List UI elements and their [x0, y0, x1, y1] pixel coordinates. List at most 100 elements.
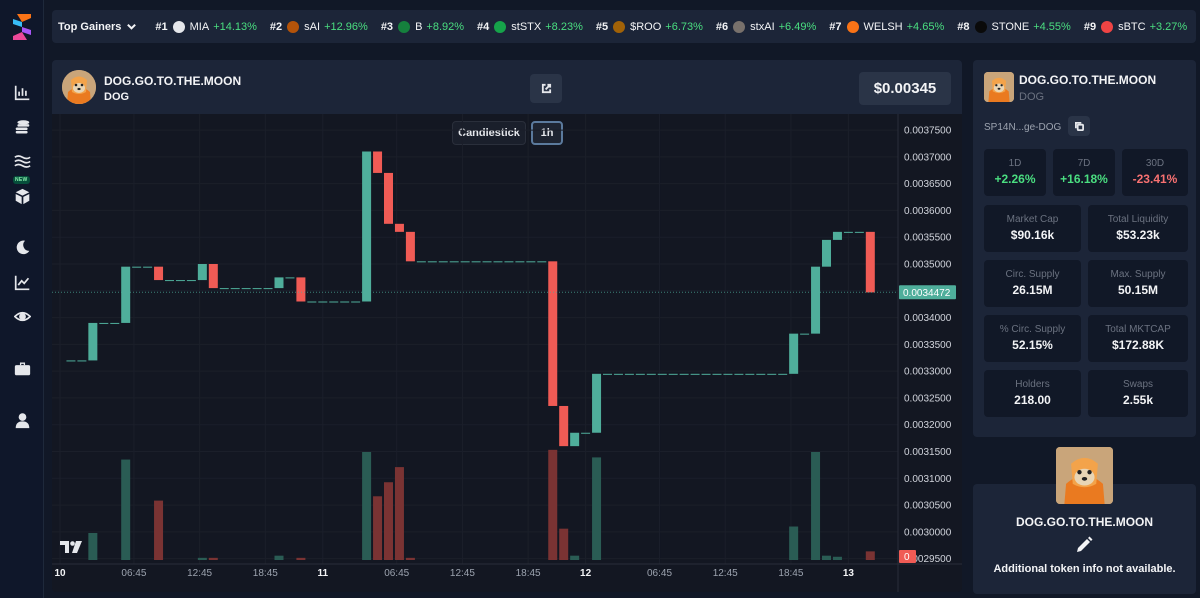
y-tick-label: 0.0032000: [904, 420, 952, 431]
candle: [384, 172, 393, 224]
about-token-name: DOG.GO.TO.THE.MOON: [1015, 515, 1154, 529]
candle: [66, 360, 76, 362]
ticker-item[interactable]: #5 $ROO +6.73%: [596, 20, 703, 33]
x-tick-label: 10: [54, 568, 66, 579]
volume-bar: [197, 557, 207, 560]
about-token-image: [1056, 447, 1113, 504]
ticker-item[interactable]: #4 stSTX +8.23%: [477, 20, 583, 33]
candle: [635, 373, 645, 375]
candle: [668, 373, 678, 375]
ticker-change: +12.96%: [324, 20, 368, 33]
ticker-item[interactable]: #2 sAI +12.96%: [270, 20, 368, 33]
volume-bar: [154, 500, 164, 560]
ticker-symbol: stxAI: [750, 20, 775, 33]
candle: [822, 239, 831, 267]
info-token-name: DOG.GO.TO.THE.MOON: [1019, 73, 1157, 87]
token-logo-icon: [846, 20, 859, 33]
x-tick-label: 18:45: [253, 568, 278, 579]
x-tick-label: 12: [580, 568, 592, 579]
app-logo-icon[interactable]: [11, 13, 33, 41]
user-icon[interactable]: [12, 410, 32, 430]
external-link-button[interactable]: [530, 74, 562, 103]
volume-bar: [274, 555, 284, 560]
candle: [570, 432, 580, 447]
candle: [712, 373, 722, 375]
contract-address: SP14N...ge-DOG: [984, 122, 1062, 133]
token-logo-icon: [613, 20, 626, 33]
y-tick-label: 0.0031500: [904, 447, 952, 458]
candle: [701, 373, 711, 375]
candle: [482, 261, 492, 263]
pencil-icon[interactable]: [1074, 535, 1094, 555]
y-tick-label: 0.0030500: [904, 501, 952, 512]
trending-chart-icon[interactable]: [12, 272, 32, 292]
holders: Holders 218.00: [984, 370, 1081, 417]
ticker-change: +3.27%: [1149, 20, 1188, 33]
volume-bar: [570, 555, 580, 560]
about-text: Additional token info not available.: [993, 563, 1176, 575]
ticker-item[interactable]: #6 stxAI +6.49%: [716, 20, 816, 33]
candle: [526, 261, 536, 263]
candle: [471, 261, 481, 263]
candle: [175, 280, 185, 282]
token-symbol: DOG: [104, 91, 130, 103]
ticker-item[interactable]: #3 B +8.92%: [381, 20, 465, 33]
volume-bar: [88, 533, 98, 560]
briefcase-icon[interactable]: [12, 358, 32, 378]
chevron-down-icon: [127, 23, 137, 30]
candle: [285, 277, 295, 279]
x-tick-label: 06:45: [384, 568, 409, 579]
token-logo-icon: [494, 20, 507, 33]
waves-icon[interactable]: [12, 151, 32, 171]
top-gainers-ticker: Top Gainers #1 MIA +14.13% #2 sAI +12.96% #3 B +…: [52, 10, 1196, 43]
ticker-item[interactable]: #7 WELSH +4.65%: [829, 20, 944, 33]
ticker-rank: #9: [1083, 20, 1097, 33]
candle: [613, 373, 623, 375]
moon-icon[interactable]: [12, 237, 32, 257]
candle: [274, 277, 284, 289]
x-tick-label: 06:45: [647, 568, 672, 579]
chart-bar-icon[interactable]: [12, 82, 32, 102]
ticker-item[interactable]: #1 MIA +14.13%: [155, 20, 257, 33]
candle: [165, 280, 174, 282]
volume-bar: [822, 555, 831, 560]
box-icon[interactable]: [12, 186, 32, 206]
volume-bar: [394, 467, 404, 560]
price-chart[interactable]: 0.0037500 0.0037000 0.0036500 0.0036000 0.00…: [52, 114, 962, 592]
candle: [865, 231, 875, 293]
candle: [230, 288, 240, 290]
ticker-item[interactable]: #8 STONE +4.55%: [957, 20, 1071, 33]
volume-bar: [548, 449, 558, 560]
candle: [197, 264, 207, 281]
candle: [241, 288, 251, 290]
token-name: DOG.GO.TO.THE.MOON: [104, 74, 242, 88]
candle: [307, 301, 317, 303]
candle: [88, 322, 98, 361]
tradingview-logo-icon[interactable]: [60, 541, 82, 553]
candle: [219, 288, 229, 290]
volume-bar: [811, 452, 821, 560]
candle: [756, 373, 766, 375]
x-tick-label: 06:45: [121, 568, 146, 579]
coins-icon[interactable]: [12, 117, 32, 137]
total-mktcap: Total MKTCAP $172.88K: [1088, 315, 1188, 362]
candle: [318, 301, 328, 303]
ticker-change: +6.73%: [665, 20, 703, 33]
candle: [789, 333, 799, 374]
candle: [745, 373, 755, 375]
eye-icon[interactable]: [12, 306, 32, 326]
ticker-item[interactable]: #9 sBTC +3.27%: [1083, 20, 1188, 33]
candle: [449, 261, 459, 263]
volume-label: 0: [904, 552, 910, 563]
copy-address-button[interactable]: [1068, 116, 1090, 136]
candle: [504, 261, 514, 263]
current-price: $0.00345: [859, 72, 951, 105]
ticker-symbol: sAI: [304, 20, 321, 33]
volume-bar: [789, 526, 799, 560]
candle: [515, 261, 525, 263]
candle: [77, 360, 87, 362]
volume-bar: [865, 551, 875, 560]
top-gainers-dropdown[interactable]: Top Gainers: [58, 21, 137, 33]
ticker-change: +8.92%: [426, 20, 465, 33]
candle: [493, 261, 503, 263]
